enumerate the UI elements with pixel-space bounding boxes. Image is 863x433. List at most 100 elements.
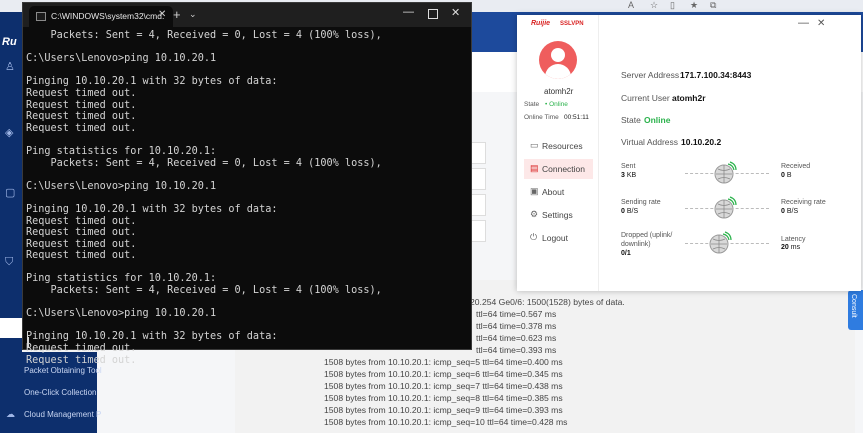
ping-line-text: ttl=64 time=0.393 ms bbox=[476, 345, 557, 356]
cmd-line: Pinging 10.10.20.1 with 32 bytes of data… bbox=[26, 76, 278, 88]
ping-line-text: ttl=64 time=0.428 ms bbox=[487, 417, 568, 428]
cmd-line: Request timed out. bbox=[26, 343, 137, 355]
virtual-address-value: 10.10.20.2 bbox=[681, 137, 722, 147]
about-icon: ▣ bbox=[530, 186, 539, 196]
ping-line-prefix: 1508 bytes from 10.10.20.1: icmp_seq=8 bbox=[324, 393, 483, 404]
ping-line-text: ttl=64 time=0.393 ms bbox=[482, 405, 563, 416]
cmd-tab-title: C:\WINDOWS\system32\cmd. bbox=[51, 11, 165, 21]
dropped-label: Dropped (uplink/downlink) bbox=[621, 232, 673, 248]
content-card bbox=[470, 220, 486, 242]
terminal-icon bbox=[36, 12, 46, 21]
ping-line-text: ttl=64 time=0.345 ms bbox=[482, 369, 563, 380]
logout-icon: ⏻ bbox=[530, 232, 538, 242]
ping-line-prefix: 1508 bytes from 10.10.20.1: icmp_seq=9 bbox=[324, 405, 483, 416]
maximize-button[interactable] bbox=[428, 9, 438, 19]
user-icon[interactable]: ♙ bbox=[5, 60, 17, 73]
menu-one-click-collection[interactable]: One-Click Collection bbox=[24, 388, 96, 397]
minimize-button[interactable]: — bbox=[403, 6, 414, 18]
cmd-line bbox=[26, 297, 382, 309]
brand-logo: Ruijie bbox=[531, 20, 551, 27]
ping-line-text: ttl=64 time=0.438 ms bbox=[482, 381, 563, 392]
state-value-main: Online bbox=[644, 115, 671, 125]
receiving-rate-value: 0 B/S bbox=[781, 208, 799, 215]
ping-line-text: ttl=64 time=0.567 ms bbox=[476, 309, 557, 320]
receiving-rate-label: Receiving rate bbox=[781, 199, 826, 206]
current-user-label: Current User bbox=[621, 93, 670, 103]
cmd-line: Request timed out. bbox=[26, 99, 137, 111]
cmd-line bbox=[26, 42, 382, 54]
cmd-line bbox=[26, 320, 382, 332]
sending-rate-value: 0 B/S bbox=[621, 208, 639, 215]
ping-line-text: ttl=64 time=0.623 ms bbox=[476, 333, 557, 344]
cmd-line: Request timed out. bbox=[26, 87, 137, 99]
gear-icon: ⚙ bbox=[530, 209, 539, 219]
latency-label: Latency bbox=[781, 236, 806, 243]
sent-value: 3 KB bbox=[621, 172, 637, 179]
content-card bbox=[470, 142, 486, 164]
device-icon[interactable]: ▢ bbox=[5, 186, 17, 199]
cmd-window[interactable]: C:\WINDOWS\system32\cmd. ✕ + ⌄ — ✕ Packe… bbox=[22, 2, 472, 366]
menu-packet-obtaining-tool[interactable]: Packet Obtaining Tool bbox=[24, 366, 102, 375]
server-address-label: Server Address bbox=[621, 70, 680, 80]
ping-result-line: 1508 bytes from 10.10.20.1: icmp_seq=10 … bbox=[324, 416, 625, 428]
ping-result-line: 1508 bytes from 10.10.20.1: icmp_seq=7 t… bbox=[324, 380, 625, 392]
consult-button[interactable]: Consult bbox=[848, 290, 863, 330]
cmd-line: Ping statistics for 10.10.20.1: bbox=[26, 273, 217, 285]
nav-settings[interactable]: ⚙ Settings bbox=[524, 205, 593, 225]
menu-cloud-management[interactable]: Cloud Management P bbox=[24, 410, 101, 419]
latency-value: 20 ms bbox=[781, 244, 801, 251]
product-name: SSLVPN bbox=[560, 21, 584, 27]
cmd-line: C:\Users\Lenovo>ping 10.10.20.1 bbox=[26, 53, 217, 65]
resources-icon: ▭ bbox=[530, 140, 539, 150]
nav-about[interactable]: ▣ About bbox=[524, 182, 593, 202]
sidebar-selected-item[interactable] bbox=[0, 318, 22, 338]
cmd-line bbox=[26, 169, 382, 181]
extensions-icon[interactable]: ⧉ bbox=[710, 0, 716, 11]
ping-result-line: 1508 bytes from 10.10.20.1: icmp_seq=9 t… bbox=[324, 404, 625, 416]
read-aloud-icon[interactable]: A bbox=[628, 0, 634, 10]
close-button[interactable]: ✕ bbox=[451, 6, 460, 19]
nav-resources[interactable]: ▭ Resources bbox=[524, 136, 593, 156]
vpn-close-button[interactable]: ✕ bbox=[817, 18, 825, 29]
cmd-tab[interactable]: C:\WINDOWS\system32\cmd. ✕ bbox=[29, 6, 173, 27]
new-tab-icon[interactable]: + bbox=[173, 7, 181, 22]
ping-line-prefix: 1508 bytes from 10.10.20.1: icmp_seq=7 bbox=[324, 381, 483, 392]
cmd-line: Request timed out. bbox=[26, 250, 137, 262]
chevron-down-icon[interactable]: ⌄ bbox=[189, 9, 197, 20]
split-icon[interactable]: ▯ bbox=[670, 0, 675, 11]
collections-icon[interactable]: ★ bbox=[690, 0, 698, 11]
cmd-line: Pinging 10.10.20.1 with 32 bytes of data… bbox=[26, 331, 278, 343]
cmd-line bbox=[26, 65, 382, 77]
cmd-line: Packets: Sent = 4, Received = 0, Lost = … bbox=[26, 30, 382, 41]
favorite-icon[interactable]: ☆ bbox=[650, 0, 658, 11]
received-value: 0 B bbox=[781, 172, 792, 179]
nav-connection[interactable]: ▤ Connection bbox=[524, 159, 593, 179]
sending-rate-label: Sending rate bbox=[621, 199, 661, 206]
cmd-line bbox=[26, 134, 382, 146]
online-time-label: Online Time bbox=[524, 114, 559, 121]
content-card bbox=[470, 168, 486, 190]
ping-line-prefix: 1508 bytes from 10.10.20.1: icmp_seq=6 bbox=[324, 369, 483, 380]
cmd-line: Packets: Sent = 4, Received = 0, Lost = … bbox=[26, 285, 382, 297]
sent-label: Sent bbox=[621, 163, 636, 170]
state-label-main: State bbox=[621, 115, 641, 125]
transfer-globe-icon bbox=[714, 161, 737, 184]
network-icon[interactable]: ◈ bbox=[5, 126, 17, 139]
avatar bbox=[539, 41, 577, 79]
content-card bbox=[470, 194, 486, 216]
tab-close-icon[interactable]: ✕ bbox=[158, 9, 166, 20]
cmd-output[interactable]: Packets: Sent = 4, Received = 0, Lost = … bbox=[26, 30, 382, 366]
cmd-line: C:\Users\Lenovo>ping 10.10.20.1 bbox=[26, 180, 217, 192]
sslvpn-window[interactable]: Ruijie SSLVPN atomh2r State • Online Onl… bbox=[517, 15, 861, 291]
vpn-minimize-button[interactable]: — bbox=[798, 17, 809, 29]
shield-icon[interactable]: ⛉ bbox=[5, 256, 17, 268]
cmd-line: Request timed out. bbox=[26, 215, 137, 227]
cmd-title-bar[interactable]: C:\WINDOWS\system32\cmd. ✕ + ⌄ — ✕ bbox=[23, 3, 471, 27]
nav-logout[interactable]: ⏻ Logout bbox=[524, 228, 593, 248]
cmd-line: Request timed out. bbox=[26, 111, 137, 123]
app-logo: Ru bbox=[2, 36, 17, 48]
cmd-line: Request timed out. bbox=[26, 122, 137, 134]
ping-result-line: 1508 bytes from 10.10.20.1: icmp_seq=8 t… bbox=[324, 392, 625, 404]
state-label: State bbox=[524, 101, 540, 108]
latency-globe-icon bbox=[709, 231, 732, 254]
